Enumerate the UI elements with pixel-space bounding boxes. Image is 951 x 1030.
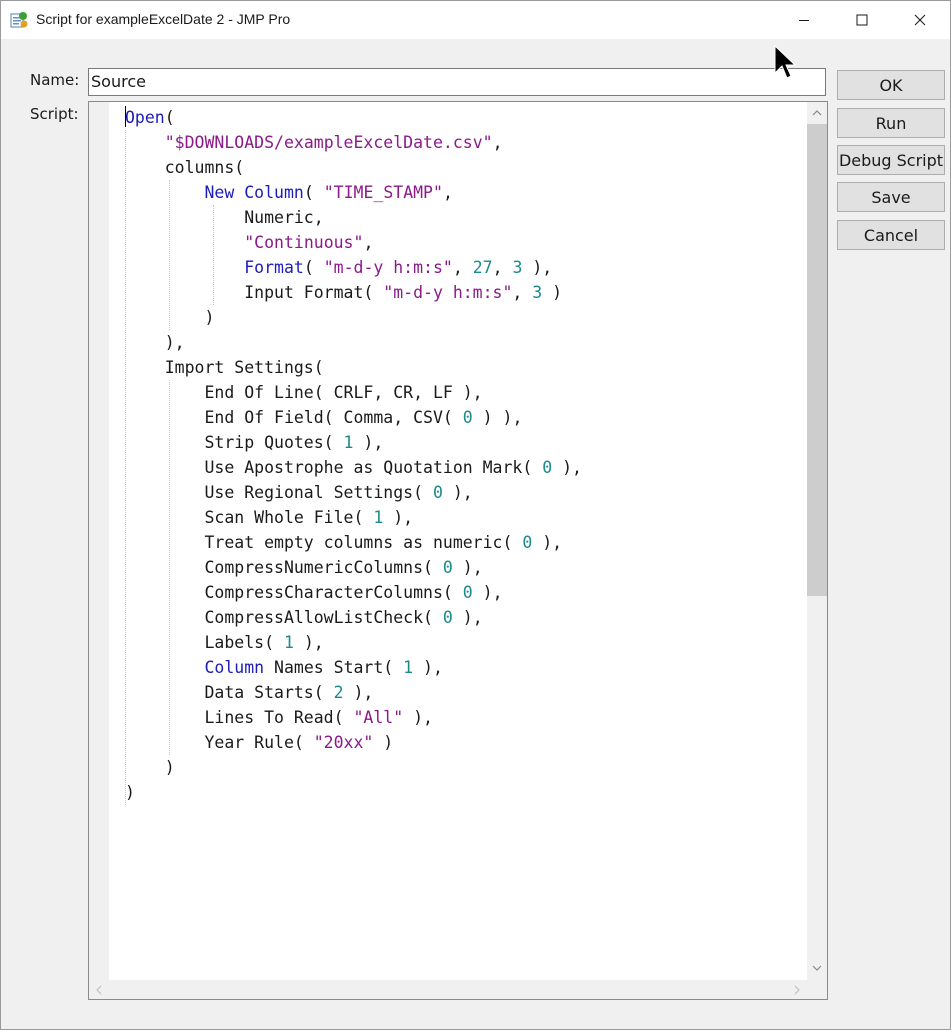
vertical-scrollbar[interactable]: [807, 102, 827, 980]
ok-button[interactable]: OK: [837, 70, 945, 100]
scroll-left-icon[interactable]: [95, 985, 103, 995]
save-button[interactable]: Save: [837, 182, 945, 212]
script-line[interactable]: Use Regional Settings( 0 ),: [125, 480, 582, 505]
name-label: Name:: [30, 71, 80, 89]
script-line[interactable]: Year Rule( "20xx" ): [125, 730, 582, 755]
window-title: Script for exampleExcelDate 2 - JMP Pro: [36, 11, 291, 27]
maximize-button[interactable]: [833, 1, 891, 39]
script-line[interactable]: ): [125, 780, 582, 805]
run-button[interactable]: Run: [837, 108, 945, 138]
scroll-right-icon[interactable]: [793, 985, 801, 995]
script-line[interactable]: Input Format( "m-d-y h:m:s", 3 ): [125, 280, 582, 305]
script-editor[interactable]: Open( "$DOWNLOADS/exampleExcelDate.csv",…: [88, 101, 828, 1000]
script-line[interactable]: Lines To Read( "All" ),: [125, 705, 582, 730]
minimize-button[interactable]: [775, 1, 833, 39]
script-line[interactable]: Scan Whole File( 1 ),: [125, 505, 582, 530]
jmp-script-icon: [10, 12, 28, 28]
script-line[interactable]: ),: [125, 330, 582, 355]
horizontal-scrollbar[interactable]: [89, 980, 807, 999]
script-line[interactable]: CompressNumericColumns( 0 ),: [125, 555, 582, 580]
scrollbar-corner: [807, 980, 827, 999]
script-window: Script for exampleExcelDate 2 - JMP Pro …: [0, 0, 951, 1030]
script-line[interactable]: Treat empty columns as numeric( 0 ),: [125, 530, 582, 555]
script-line[interactable]: CompressAllowListCheck( 0 ),: [125, 605, 582, 630]
script-line[interactable]: Labels( 1 ),: [125, 630, 582, 655]
script-line[interactable]: "Continuous",: [125, 230, 582, 255]
script-line[interactable]: Use Apostrophe as Quotation Mark( 0 ),: [125, 455, 582, 480]
script-line[interactable]: New Column( "TIME_STAMP",: [125, 180, 582, 205]
text-cursor: [125, 106, 126, 127]
script-line[interactable]: End Of Line( CRLF, CR, LF ),: [125, 380, 582, 405]
title-bar[interactable]: Script for exampleExcelDate 2 - JMP Pro: [1, 1, 950, 39]
script-line[interactable]: End Of Field( Comma, CSV( 0 ) ),: [125, 405, 582, 430]
script-line[interactable]: Strip Quotes( 1 ),: [125, 430, 582, 455]
vertical-scroll-thumb[interactable]: [807, 124, 827, 596]
script-line[interactable]: Import Settings(: [125, 355, 582, 380]
script-line[interactable]: columns(: [125, 155, 582, 180]
script-code[interactable]: Open( "$DOWNLOADS/exampleExcelDate.csv",…: [125, 105, 582, 805]
script-line[interactable]: "$DOWNLOADS/exampleExcelDate.csv",: [125, 130, 582, 155]
script-line[interactable]: Column Names Start( 1 ),: [125, 655, 582, 680]
script-line[interactable]: Format( "m-d-y h:m:s", 27, 3 ),: [125, 255, 582, 280]
script-line[interactable]: Open(: [125, 105, 582, 130]
script-line[interactable]: CompressCharacterColumns( 0 ),: [125, 580, 582, 605]
minimize-icon: [799, 20, 809, 21]
close-icon: [914, 14, 926, 26]
editor-gutter: [89, 102, 109, 980]
debug-script-button[interactable]: Debug Script: [837, 145, 945, 175]
script-line[interactable]: ): [125, 755, 582, 780]
script-line[interactable]: Numeric,: [125, 205, 582, 230]
scroll-down-icon[interactable]: [812, 964, 822, 972]
maximize-icon: [856, 14, 868, 26]
script-label: Script:: [30, 105, 79, 123]
close-button[interactable]: [891, 1, 949, 39]
script-line[interactable]: Data Starts( 2 ),: [125, 680, 582, 705]
cancel-button[interactable]: Cancel: [837, 220, 945, 250]
mouse-pointer-icon: [774, 45, 797, 79]
name-field[interactable]: Source: [88, 68, 826, 96]
script-line[interactable]: ): [125, 305, 582, 330]
scroll-up-icon[interactable]: [812, 109, 822, 117]
